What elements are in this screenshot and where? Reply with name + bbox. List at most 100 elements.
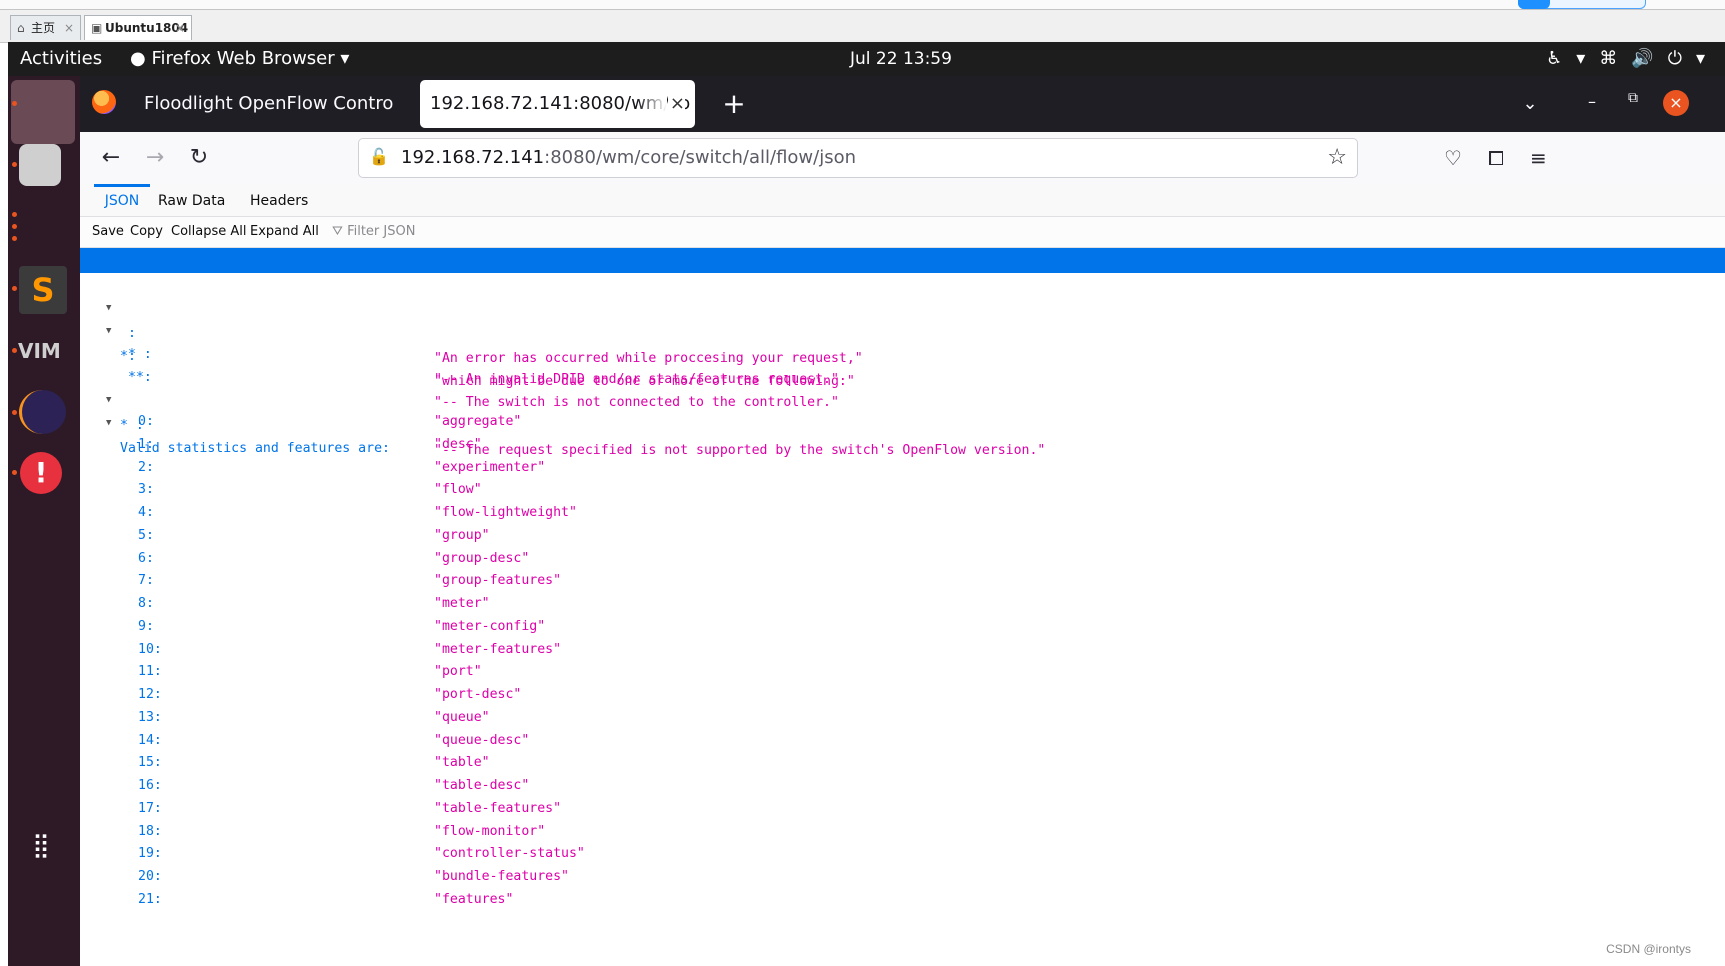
close-icon[interactable]: × <box>64 16 74 41</box>
close-icon[interactable]: × <box>667 80 685 128</box>
sublime-text-icon[interactable]: S <box>19 266 67 314</box>
menu-icon[interactable]: ≡ <box>1530 146 1547 170</box>
json-row[interactable]: ▼ Valid statistics and features are: <box>80 386 1725 456</box>
json-value: "desc" <box>434 436 482 452</box>
accessibility-icon[interactable]: ♿ <box>1546 48 1562 69</box>
eclipse-icon[interactable] <box>19 390 66 434</box>
tab-title: Floodlight OpenFlow Contro <box>144 93 394 114</box>
tab-floodlight[interactable]: Floodlight OpenFlow Contro × <box>130 80 450 128</box>
show-apps-icon[interactable]: ⣿ <box>24 828 58 862</box>
json-root-row[interactable]: ▼ 00:00:e6:d4:e1:29:37:4f: <box>80 248 1725 318</box>
json-array-row[interactable]: 12: "port-desc" <box>80 682 1725 707</box>
json-array-row[interactable]: 4: "flow-lightweight" <box>80 500 1725 525</box>
network-icon[interactable]: ⌘ <box>1599 48 1617 69</box>
json-value: "group-desc" <box>434 550 530 566</box>
running-indicator <box>12 212 17 217</box>
json-array-row[interactable]: 16: "table-desc" <box>80 773 1725 798</box>
bookmark-star-icon[interactable]: ☆ <box>1327 139 1347 177</box>
expand-all-button[interactable]: Expand All <box>250 217 319 247</box>
save-button[interactable]: Save <box>92 217 124 247</box>
window-close-icon[interactable]: × <box>1663 90 1689 116</box>
navigation-toolbar: ← → ↻ 🔓 192.168.72.141:8080/wm/core/swit… <box>80 132 1725 185</box>
close-icon[interactable]: × <box>175 16 185 41</box>
volume-icon[interactable]: 🔊 <box>1631 48 1653 69</box>
app-menu-button[interactable]: ● Firefox Web Browser ▾ <box>130 42 349 76</box>
json-array-row[interactable]: 14: "queue-desc" <box>80 728 1725 753</box>
json-array-row[interactable]: 20: "bundle-features" <box>80 864 1725 889</box>
json-index: 13: <box>138 709 162 725</box>
files-icon[interactable] <box>19 144 61 186</box>
tab-json-view[interactable]: JSON <box>94 184 150 216</box>
json-index: 14: <box>138 732 162 748</box>
json-value: "experimenter" <box>434 459 546 475</box>
json-value: "meter-config" <box>434 618 546 634</box>
filter-json-input[interactable]: ⛛ Filter JSON <box>332 217 415 247</box>
json-array-row[interactable]: 9: "meter-config" <box>80 614 1725 639</box>
vmware-corner-button[interactable] <box>1518 0 1550 9</box>
json-index: 5: <box>138 527 154 543</box>
ubuntu-dock: S VIM ! ⣿ <box>8 76 80 966</box>
insecure-lock-icon[interactable]: 🔓 <box>369 147 389 169</box>
json-index: 17: <box>138 800 162 816</box>
json-array-row[interactable]: 11: "port" <box>80 659 1725 684</box>
json-array-row[interactable]: 10: "meter-features" <box>80 637 1725 662</box>
new-tab-icon[interactable]: + <box>714 82 754 126</box>
back-arrow-icon[interactable]: ← <box>92 138 130 178</box>
tab-headers[interactable]: Headers <box>250 184 308 216</box>
system-tray[interactable]: ♿ ▾ ⌘ 🔊 ⏻ ▾ <box>1532 42 1705 76</box>
vm-icon: ▣ <box>91 21 103 35</box>
dock-item-firefox[interactable] <box>11 80 75 144</box>
json-value: "meter" <box>434 596 490 611</box>
reload-icon[interactable]: ↻ <box>180 138 218 178</box>
tab-raw-data[interactable]: Raw Data <box>158 184 225 216</box>
json-index: 10: <box>138 641 162 657</box>
running-indicator <box>12 348 17 353</box>
json-row[interactable]: **: "-- The switch is not connected to t… <box>80 340 1725 410</box>
json-row[interactable]: * : "-- An invalid DPID and/or stats/fea… <box>80 317 1725 387</box>
json-index: 3: <box>138 482 154 498</box>
url-text[interactable]: 192.168.72.141:8080/wm/core/switch/all/f… <box>401 139 856 177</box>
json-row[interactable]: ▼ * : "-- The request specified is not s… <box>80 363 1725 458</box>
json-array-row[interactable]: 3: "flow" <box>80 477 1725 502</box>
json-row[interactable]: ▼ *: "which might be due to one or more … <box>80 294 1725 389</box>
json-index: 2: <box>138 459 154 475</box>
vim-icon[interactable]: VIM <box>18 338 68 364</box>
json-array-row[interactable]: 15: "table" <box>80 750 1725 775</box>
tab-json[interactable]: 192.168.72.141:8080/wm/co × <box>420 80 695 128</box>
vmware-tab-home[interactable]: ⌂ 主页 × <box>10 15 81 40</box>
json-array-row[interactable]: 6: "group-desc" <box>80 546 1725 571</box>
json-array-row[interactable]: 13: "queue" <box>80 705 1725 730</box>
firefox-logo-icon <box>92 90 116 114</box>
json-array-row[interactable]: 17: "table-features" <box>80 796 1725 821</box>
json-array-row[interactable]: 18: "flow-monitor" <box>80 819 1725 844</box>
json-row[interactable]: ▼ : "An error has occurred while procces… <box>80 271 1725 366</box>
minimize-icon[interactable]: – <box>1588 92 1596 111</box>
json-array-row[interactable]: 19: "controller-status" <box>80 841 1725 866</box>
pocket-icon[interactable]: ♡ <box>1444 146 1462 170</box>
restore-icon[interactable]: ⧉ <box>1628 90 1638 106</box>
collapse-all-button[interactable]: Collapse All <box>171 217 247 247</box>
json-array-row[interactable]: 5: "group" <box>80 523 1725 548</box>
running-indicator <box>12 101 17 106</box>
json-array-row[interactable]: 0: "aggregate" <box>80 409 1725 434</box>
json-array-row[interactable]: 1: "desc" <box>80 432 1725 457</box>
clock[interactable]: Jul 22 13:59 <box>850 42 952 76</box>
json-value: "aggregate" <box>434 414 522 429</box>
json-value: "queue" <box>434 709 490 725</box>
json-index: 20: <box>138 869 162 884</box>
power-icon[interactable]: ⏻ <box>1668 48 1682 69</box>
json-array-row[interactable]: 2: "experimenter" <box>80 455 1725 480</box>
json-array-row[interactable]: 21: "features" <box>80 887 1725 912</box>
forward-arrow-icon[interactable]: → <box>136 138 174 178</box>
error-report-icon[interactable]: ! <box>20 452 62 494</box>
vmware-tab-ubuntu[interactable]: ▣ Ubuntu1804 × <box>84 15 192 40</box>
activities-button[interactable]: Activities <box>20 42 102 76</box>
json-array-row[interactable]: 7: "group-features" <box>80 568 1725 593</box>
json-index: 18: <box>138 823 162 839</box>
url-bar[interactable]: 🔓 192.168.72.141:8080/wm/core/switch/all… <box>358 138 1358 178</box>
list-tabs-icon[interactable]: ⌄ <box>1510 82 1550 126</box>
json-array-row[interactable]: 8: "meter" <box>80 591 1725 616</box>
extensions-icon[interactable]: ⧠ <box>1488 146 1504 170</box>
copy-button[interactable]: Copy <box>130 217 163 247</box>
json-index: 1: <box>138 436 154 452</box>
